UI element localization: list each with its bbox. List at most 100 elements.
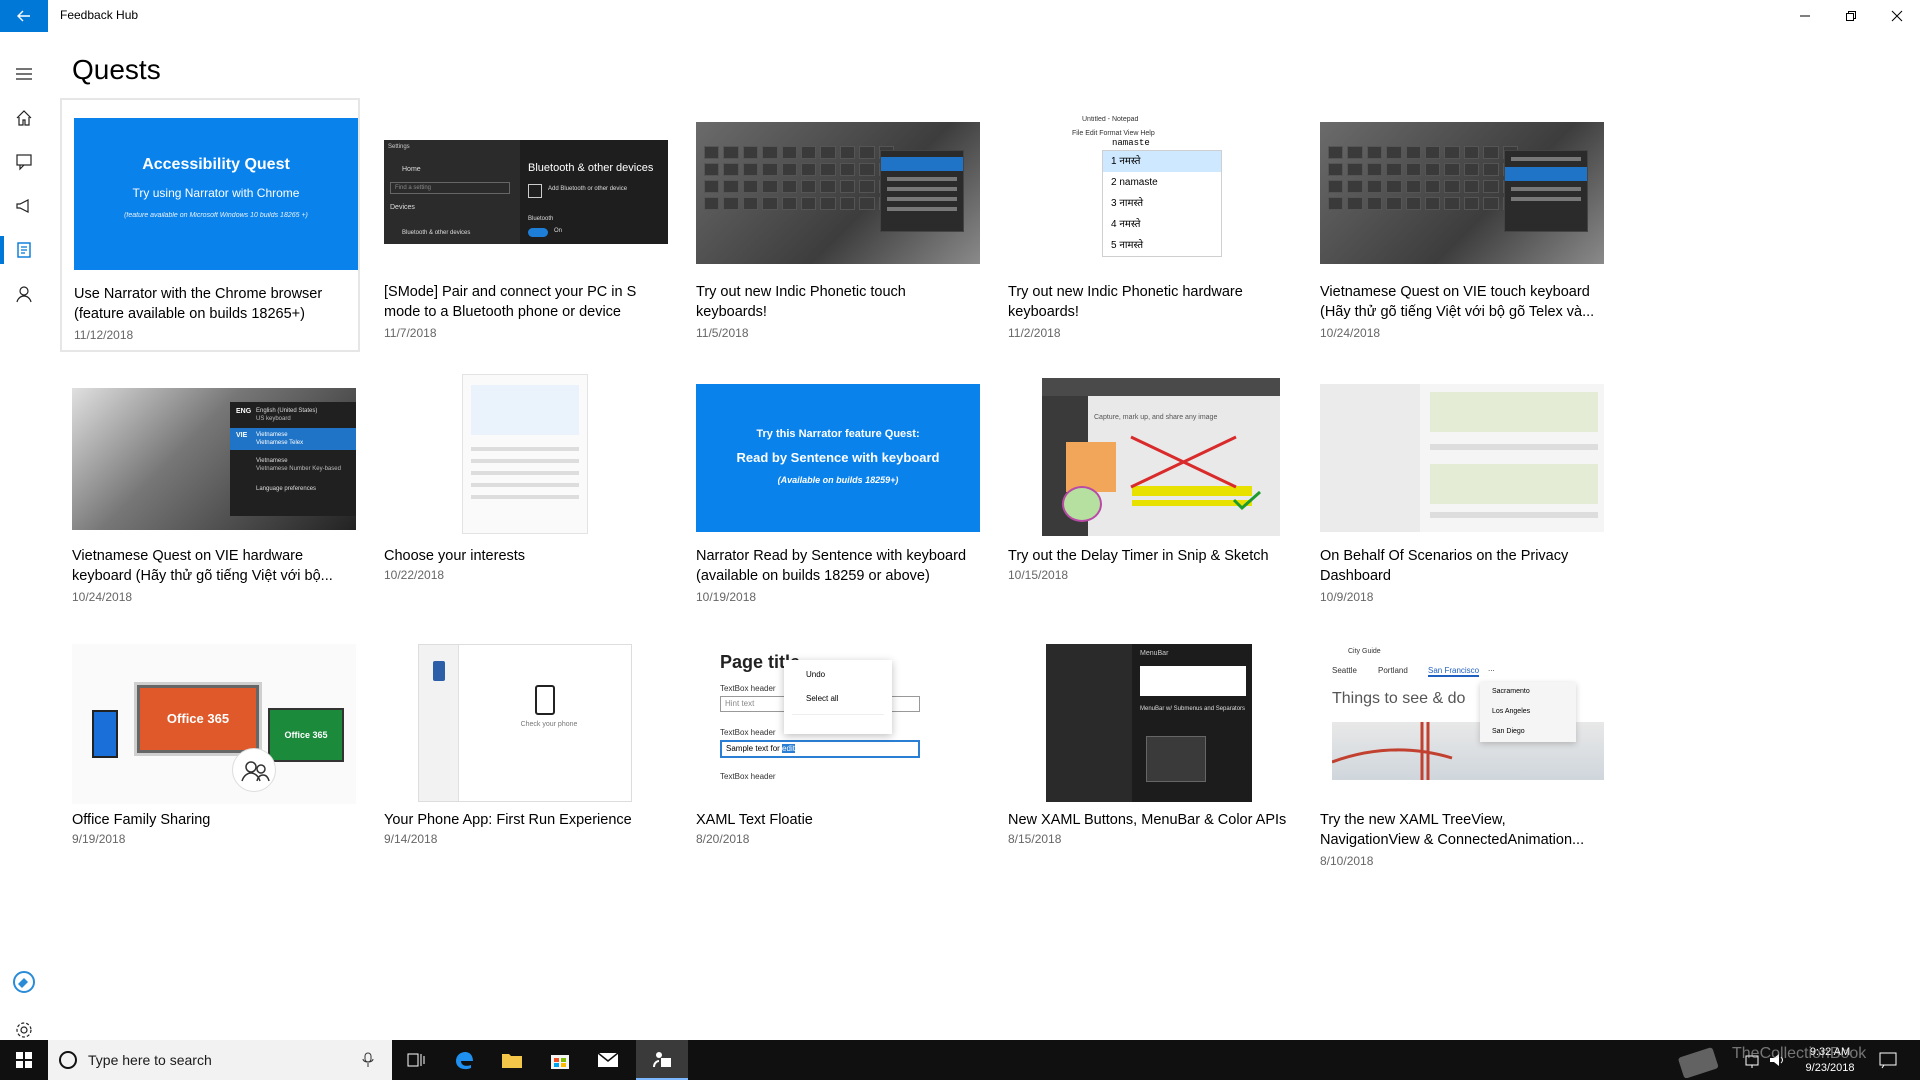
people-icon <box>232 748 276 792</box>
nav-announcements[interactable] <box>0 184 48 228</box>
quest-card[interactable]: Try out new Indic Phonetic touch keyboar… <box>684 98 984 352</box>
quest-title: Try out new Indic Phonetic hardware keyb… <box>1008 284 1243 320</box>
quest-card[interactable]: Office 365 Office 365 Office Family Shar… <box>60 626 360 880</box>
thumb-nav-item: Bluetooth & other devices <box>402 230 471 236</box>
thumb-heading: Accessibility Quest <box>142 156 290 173</box>
quest-thumbnail: Accessibility Quest Try using Narrator w… <box>74 118 358 270</box>
quest-card[interactable]: Accessibility Quest Try using Narrator w… <box>60 98 360 352</box>
keyboard-image <box>704 146 894 210</box>
feedback-hub-taskbar-button[interactable] <box>636 1040 688 1080</box>
quest-card[interactable]: Vietnamese Quest on VIE touch keyboard (… <box>1308 98 1608 352</box>
candidate: 5 नामस्ते <box>1111 240 1144 251</box>
minimize-icon <box>1800 15 1810 17</box>
taskbar-search-box[interactable]: Type here to search <box>48 1040 392 1080</box>
thumb-prefs: Language preferences <box>256 486 317 492</box>
thumb-header: TextBox header <box>720 684 776 693</box>
quest-title: Your Phone App: First Run Experience <box>384 812 632 828</box>
thumb-note: (Available on builds 18259+) <box>777 475 899 485</box>
quest-card[interactable]: Choose your interests 10/22/2018 <box>372 362 672 616</box>
edge-button[interactable] <box>440 1040 488 1080</box>
thumb-lang-desc: English (United States) <box>256 408 318 414</box>
thumb-label: Office 365 <box>140 688 256 750</box>
feedback-hub-icon <box>653 1052 671 1068</box>
file-explorer-button[interactable] <box>488 1040 536 1080</box>
store-button[interactable] <box>536 1040 584 1080</box>
language-popup <box>880 150 964 232</box>
thumb-lang-sub: US keyboard <box>256 416 291 422</box>
candidate: 2 namaste <box>1111 177 1158 188</box>
mail-button[interactable] <box>584 1040 632 1080</box>
quest-card[interactable]: Capture, mark up, and share any image Tr… <box>996 362 1296 616</box>
quest-thumbnail: ENG English (United States) US keyboard … <box>72 388 356 530</box>
quest-card[interactable]: ENG English (United States) US keyboard … <box>60 362 360 616</box>
hamburger-menu-button[interactable] <box>0 52 48 96</box>
cortana-icon <box>59 1051 77 1069</box>
page-title: Quests <box>72 54 161 85</box>
thumb-undo: Undo <box>806 670 826 679</box>
nav-quests[interactable] <box>0 228 48 272</box>
thumb-caption: Capture, mark up, and share any image <box>1094 414 1218 421</box>
quest-card[interactable]: On Behalf Of Scenarios on the Privacy Da… <box>1308 362 1608 616</box>
thumb-bt-state: On <box>554 228 563 234</box>
quest-date: 8/15/2018 <box>1008 832 1062 846</box>
navigation-rail <box>0 32 48 1040</box>
thumb-tab: Portland <box>1378 666 1408 675</box>
thumb-tab: San Francisco <box>1428 666 1480 677</box>
thumb-desc: MenuBar w/ Submenus and Separators <box>1140 706 1246 712</box>
action-center-icon[interactable] <box>1878 1050 1898 1070</box>
nav-profile[interactable] <box>0 272 48 316</box>
quest-title: Vietnamese Quest on VIE hardware keyboar… <box>72 548 333 584</box>
store-icon <box>551 1055 569 1069</box>
quest-date: 11/2/2018 <box>1008 326 1061 340</box>
quest-date: 10/22/2018 <box>384 568 445 582</box>
quest-thumbnail: Try this Narrator feature Quest: Read by… <box>696 384 980 532</box>
candidate: 4 नमस्ते <box>1111 219 1141 230</box>
candidate-list: 1 नमस्ते 2 namaste 3 नामस्ते 4 नमस्ते 5 … <box>1102 150 1222 257</box>
quest-thumbnail: Settings Home Find a setting Devices Blu… <box>384 140 668 244</box>
home-icon <box>16 110 32 126</box>
thumb-note: (feature available on Microsoft Windows … <box>124 212 308 219</box>
quest-thumbnail: Untitled - Notepad File Edit Format View… <box>1008 116 1292 268</box>
thumb-home: Home <box>402 166 421 173</box>
back-button[interactable] <box>0 0 48 32</box>
start-button[interactable] <box>0 1040 48 1080</box>
thumb-lang-desc: Vietnamese <box>256 458 288 464</box>
quest-card[interactable]: Page title TextBox header Hint text Text… <box>684 626 984 880</box>
nav-insider[interactable] <box>0 960 48 1004</box>
quest-thumbnail: Check your phone <box>418 644 632 802</box>
thumb-window-title: Untitled - Notepad <box>1082 116 1139 123</box>
quest-title: Office Family Sharing <box>72 812 211 828</box>
quest-card[interactable]: City Guide Seattle Portland San Francisc… <box>1308 626 1608 880</box>
candidate: 3 नामस्ते <box>1111 198 1144 209</box>
quest-card[interactable]: MenuBar MenuBar w/ Submenus and Separato… <box>996 626 1296 880</box>
text-floatie: Undo Select all <box>784 660 892 734</box>
thumb-tab: Seattle <box>1332 666 1357 675</box>
quest-card[interactable]: Untitled - Notepad File Edit Format View… <box>996 98 1296 352</box>
nav-feedback[interactable] <box>0 140 48 184</box>
language-popup <box>1504 150 1588 232</box>
menu-item: Los Angeles <box>1492 708 1531 715</box>
minimize-button[interactable] <box>1782 0 1828 32</box>
quest-card[interactable]: Settings Home Find a setting Devices Blu… <box>372 98 672 352</box>
thumb-lang-code: ENG <box>236 408 252 415</box>
search-placeholder: Type here to search <box>88 1052 212 1068</box>
watermark-logo <box>1678 1047 1719 1078</box>
quest-date: 11/12/2018 <box>74 328 134 342</box>
quest-card[interactable]: Check your phone Your Phone App: First R… <box>372 626 672 880</box>
quest-date: 9/14/2018 <box>384 832 438 846</box>
restore-button[interactable] <box>1828 0 1874 32</box>
quest-card[interactable]: Try this Narrator feature Quest: Read by… <box>684 362 984 616</box>
quest-thumbnail: Page title TextBox header Hint text Text… <box>696 642 980 802</box>
task-view-button[interactable] <box>392 1040 440 1080</box>
dropdown-menu: Sacramento Los Angeles San Diego <box>1480 682 1576 742</box>
close-button[interactable] <box>1874 0 1920 32</box>
thumb-typed: namaste <box>1112 138 1150 148</box>
app-title: Feedback Hub <box>60 8 139 22</box>
insider-icon <box>13 971 35 993</box>
quest-date: 10/19/2018 <box>696 590 757 604</box>
folder-icon <box>502 1054 522 1068</box>
thumb-select-all: Select all <box>806 694 839 703</box>
thumb-add: Add Bluetooth or other device <box>548 186 628 192</box>
nav-home[interactable] <box>0 96 48 140</box>
quest-date: 11/7/2018 <box>384 326 437 340</box>
